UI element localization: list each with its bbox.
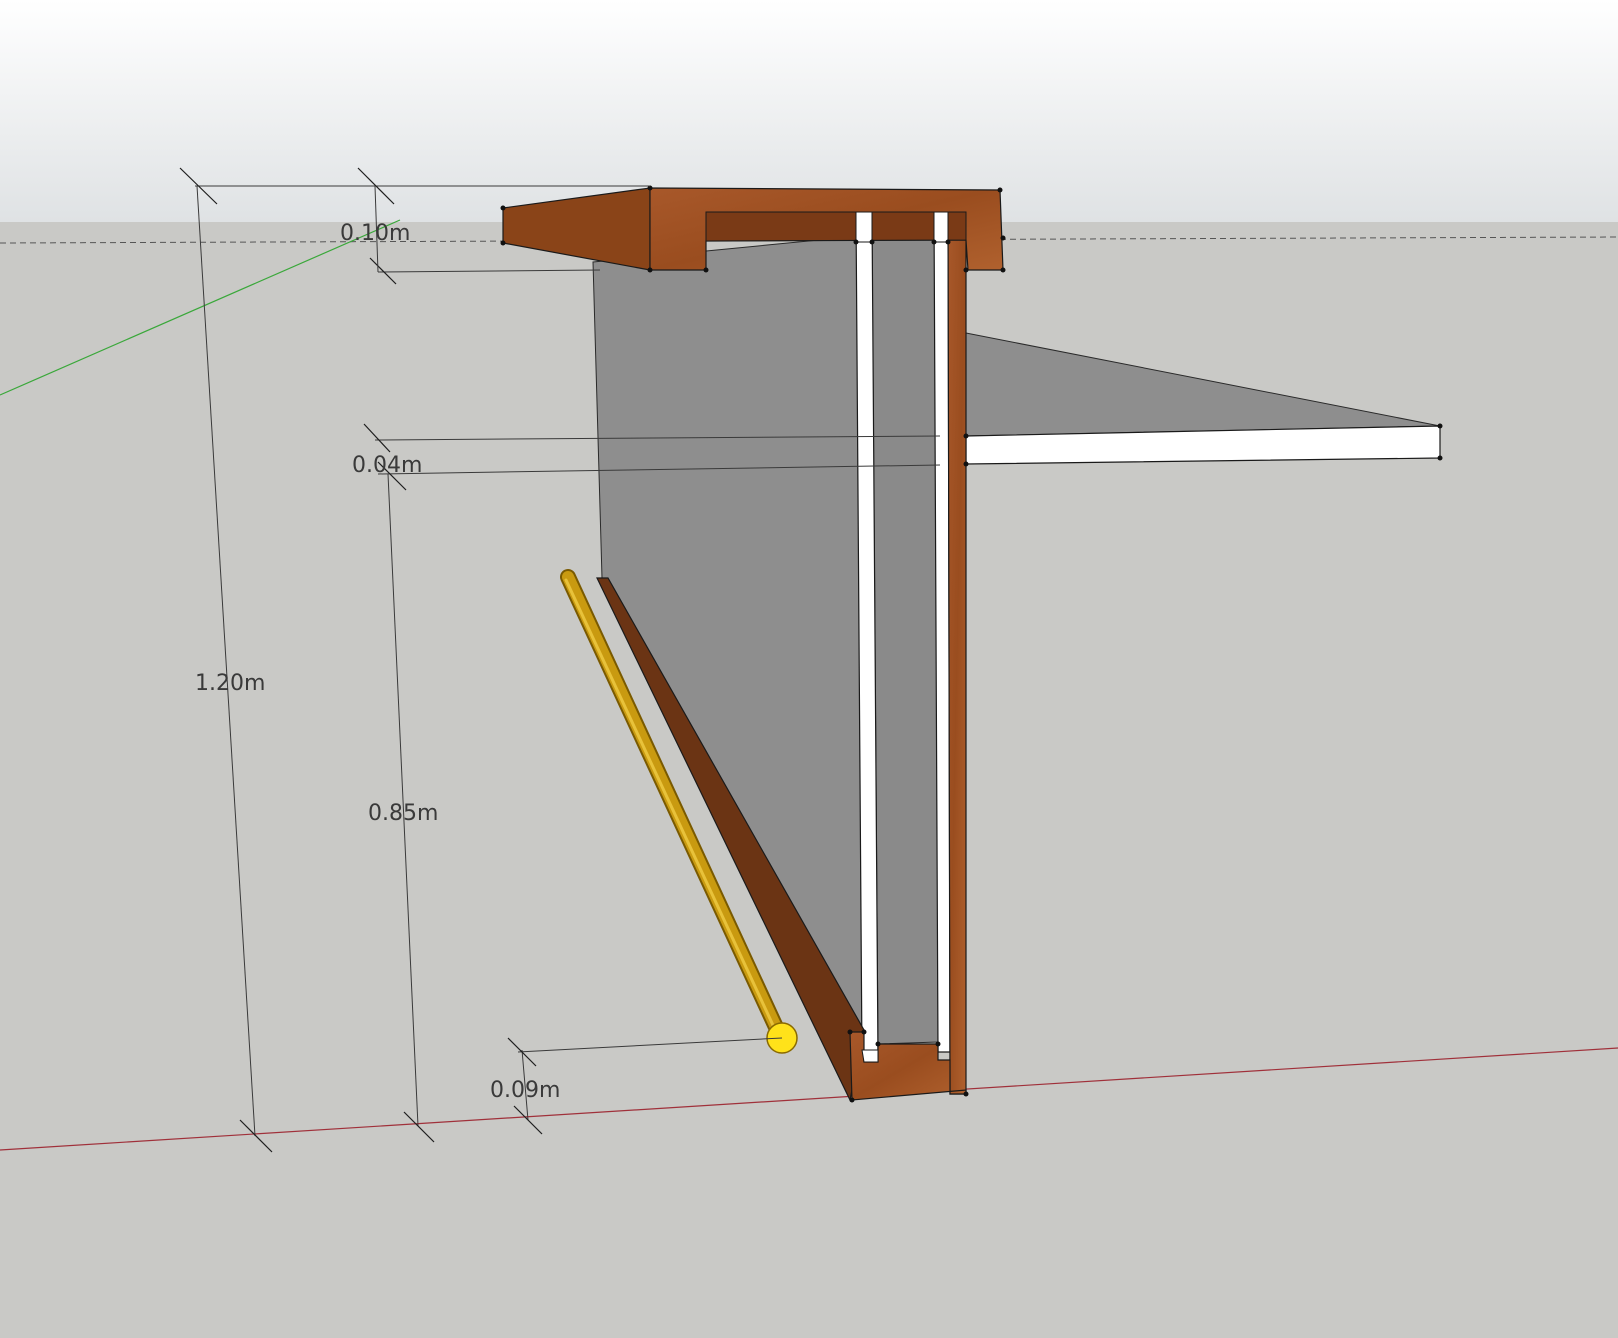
upright-inner-panel	[871, 237, 939, 1045]
dim-label-total-height: 1.20m	[195, 671, 265, 696]
model-viewport[interactable]: 0.10m 0.04m 1.20m 0.85m 0.09m	[0, 0, 1618, 1338]
top-beam-recess	[705, 211, 967, 242]
wood-upright-right	[947, 211, 967, 1095]
dim-label-top-thickness: 0.10m	[340, 221, 410, 246]
dim-label-shelf-thickness: 0.04m	[352, 453, 422, 478]
dim-label-shelf-height: 0.85m	[368, 801, 438, 826]
upright-top-left	[855, 211, 873, 243]
dim-label-rod-offset: 0.09m	[490, 1078, 560, 1103]
bottom-white-strip	[861, 1049, 879, 1063]
upright-top-right	[933, 211, 949, 243]
